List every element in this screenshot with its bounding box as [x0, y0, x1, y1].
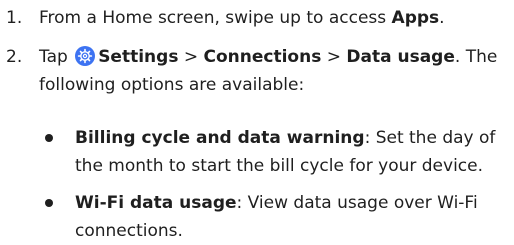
step-text-end: .: [439, 8, 445, 28]
bullet-dot: [45, 199, 53, 207]
option-text: Wi-Fi data usage: View data usage over W…: [75, 189, 511, 245]
bullet-dot: [45, 134, 53, 142]
step-text-plain: From a Home screen, swipe up to access: [39, 8, 392, 28]
data-usage-label: Data usage: [346, 47, 455, 67]
apps-label: Apps: [391, 8, 440, 28]
separator: >: [321, 47, 347, 67]
separator: >: [178, 47, 204, 67]
option-text: Billing cycle and data warning: Set the …: [75, 124, 511, 180]
step-text: From a Home screen, swipe up to access A…: [39, 4, 509, 32]
settings-label: Settings: [98, 47, 179, 67]
connections-label: Connections: [203, 47, 322, 67]
step-number: 1.: [6, 8, 23, 28]
gear-icon: [75, 46, 96, 66]
step-text-plain: Tap: [39, 47, 74, 67]
step-text: Tap Settings > Connections > Data usage.…: [39, 43, 509, 99]
instructions-page: 1. From a Home screen, swipe up to acces…: [0, 0, 514, 244]
step-number: 2.: [6, 47, 23, 67]
option-title: Billing cycle and data warning: [75, 128, 365, 148]
option-title: Wi-Fi data usage: [75, 193, 237, 213]
